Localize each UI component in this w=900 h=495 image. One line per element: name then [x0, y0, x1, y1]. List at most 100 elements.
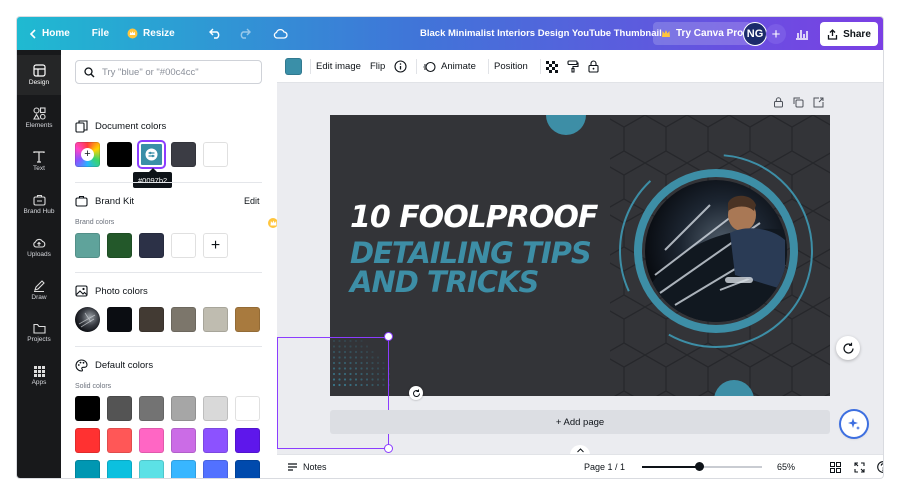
solid-color-swatch[interactable] — [171, 396, 196, 421]
fill-color-swatch[interactable] — [285, 58, 302, 75]
help-button[interactable] — [877, 455, 883, 478]
animate-icon — [423, 61, 436, 72]
photo-thumbnail[interactable] — [75, 307, 100, 332]
zoom-value[interactable]: 65% — [777, 455, 795, 478]
solid-colors-label: Solid colors — [75, 383, 112, 390]
solid-color-swatch[interactable] — [235, 428, 260, 453]
solid-color-swatch[interactable] — [171, 428, 196, 453]
add-page-button[interactable]: + Add page — [330, 410, 830, 434]
fullscreen-icon — [854, 461, 865, 473]
notes-button[interactable]: Notes — [287, 455, 327, 478]
file-menu-button[interactable]: File — [84, 17, 117, 50]
flip-label: Flip — [370, 61, 386, 72]
brand-color-swatch[interactable] — [107, 233, 132, 258]
color-search-box[interactable] — [75, 60, 262, 84]
solid-color-swatch[interactable] — [235, 460, 260, 478]
apps-icon — [33, 366, 45, 377]
solid-color-swatch[interactable] — [139, 460, 164, 478]
solid-color-swatch[interactable] — [107, 460, 132, 478]
photo-color-swatch[interactable] — [203, 307, 228, 332]
design-page[interactable]: 10 FOOLPROOF DETAILING TIPS AND TRICKS — [330, 115, 830, 396]
fullscreen-button[interactable] — [854, 455, 865, 478]
brand-color-swatch[interactable] — [139, 233, 164, 258]
page-indicator[interactable]: Page 1 / 1 — [584, 455, 625, 478]
brand-color-swatch[interactable] — [75, 233, 100, 258]
undo-button[interactable] — [201, 17, 230, 50]
rotate-handle[interactable] — [409, 386, 423, 400]
photo-color-swatch[interactable] — [171, 307, 196, 332]
rail-item-text[interactable]: Text — [17, 141, 61, 181]
add-page-icon[interactable] — [813, 97, 824, 108]
insights-button[interactable] — [791, 23, 813, 45]
brand-hub-icon — [32, 194, 46, 206]
document-color-swatch[interactable] — [171, 142, 196, 167]
share-button[interactable]: Share — [820, 22, 878, 46]
copy-style-button[interactable] — [567, 50, 579, 83]
brand-color-swatch[interactable] — [171, 233, 196, 258]
color-search-input[interactable] — [102, 66, 252, 78]
resize-button[interactable]: Resize — [119, 17, 183, 50]
duplicate-icon[interactable] — [793, 97, 804, 108]
solid-color-swatch[interactable] — [171, 460, 196, 478]
headline-line-1[interactable]: 10 FOOLPROOF — [350, 200, 598, 235]
solid-color-swatch[interactable] — [235, 396, 260, 421]
add-brand-color-button[interactable]: + — [203, 233, 228, 258]
document-color-swatch[interactable] — [107, 142, 132, 167]
rail-item-design[interactable]: Design — [17, 55, 61, 95]
headline-lines-2-3[interactable]: DETAILING TIPS AND TRICKS — [350, 239, 592, 297]
text-icon — [33, 150, 45, 163]
solid-color-swatch[interactable] — [203, 428, 228, 453]
try-canva-pro-button[interactable]: Try Canva Pro — [653, 22, 752, 45]
refresh-button[interactable] — [836, 336, 860, 360]
invite-button[interactable]: + — [766, 24, 786, 44]
document-color-swatch[interactable] — [203, 142, 228, 167]
toolbar-divider — [540, 59, 541, 74]
rail-item-draw[interactable]: Draw — [17, 270, 61, 310]
solid-color-swatch[interactable] — [107, 396, 132, 421]
photo-color-swatch[interactable] — [139, 307, 164, 332]
lock-icon[interactable] — [773, 97, 784, 108]
solid-color-swatch[interactable] — [139, 428, 164, 453]
position-button[interactable]: Position — [494, 50, 528, 83]
solid-color-swatch[interactable] — [75, 428, 100, 453]
document-color-swatch-selected[interactable] — [139, 142, 164, 167]
resize-handle[interactable] — [384, 444, 393, 453]
rail-item-elements[interactable]: Elements — [17, 98, 61, 138]
toolbar-divider — [416, 59, 417, 74]
home-button[interactable]: Home — [17, 17, 78, 50]
resize-handle[interactable] — [384, 332, 393, 341]
brand-kit-icon — [75, 195, 88, 207]
animate-button[interactable]: Animate — [423, 50, 476, 83]
solid-color-swatch[interactable] — [75, 396, 100, 421]
solid-color-swatch[interactable] — [107, 428, 132, 453]
resize-label: Resize — [143, 28, 175, 39]
add-color-button[interactable]: + — [75, 142, 100, 167]
rail-item-projects[interactable]: Projects — [17, 313, 61, 353]
magic-assistant-button[interactable] — [841, 411, 867, 437]
adjust-icon — [145, 148, 158, 161]
cloud-save-status[interactable] — [265, 17, 296, 50]
grid-view-button[interactable] — [830, 455, 841, 478]
rail-item-uploads[interactable]: Uploads — [17, 227, 61, 267]
rail-item-brand-hub[interactable]: Brand Hub — [17, 184, 61, 224]
redo-button[interactable] — [230, 17, 259, 50]
photo-color-swatch[interactable] — [107, 307, 132, 332]
image-info-button[interactable] — [394, 50, 407, 83]
transparency-button[interactable] — [546, 50, 558, 83]
solid-color-swatch[interactable] — [139, 396, 164, 421]
edit-image-button[interactable]: Edit image — [316, 50, 361, 83]
rail-item-label: Text — [33, 164, 45, 172]
solid-color-swatch[interactable] — [75, 460, 100, 478]
photo-color-swatch[interactable] — [235, 307, 260, 332]
brand-kit-edit-link[interactable]: Edit — [244, 196, 260, 206]
lock-button[interactable] — [588, 50, 599, 83]
rail-item-apps[interactable]: Apps — [17, 356, 61, 396]
zoom-slider[interactable] — [642, 462, 762, 471]
solid-color-swatch[interactable] — [203, 396, 228, 421]
zoom-slider-knob[interactable] — [695, 462, 705, 471]
avatar[interactable]: NG — [743, 22, 767, 46]
document-title[interactable]: Black Minimalist Interiors Design YouTub… — [420, 17, 662, 50]
solid-color-swatch[interactable] — [203, 460, 228, 478]
flip-button[interactable]: Flip — [370, 50, 385, 83]
rail-item-label: Apps — [31, 379, 47, 386]
